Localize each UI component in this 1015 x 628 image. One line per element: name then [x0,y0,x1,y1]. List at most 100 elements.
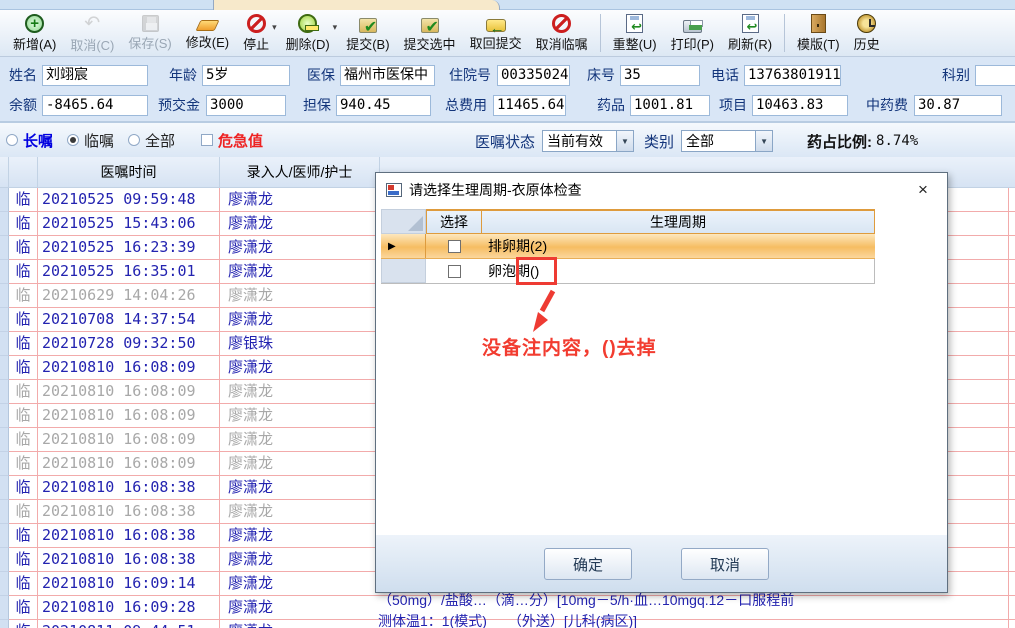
order-cell-time: 20210811 09:44:51 [38,620,220,628]
order-cell-decor [0,380,9,404]
toolbar-button-cancel-order[interactable]: 取消临嘱 [529,13,595,53]
header-type-cell [9,157,38,187]
order-cell-person: 廖潇龙 [220,452,380,476]
window-icon [386,182,402,197]
patient-field-value[interactable]: 30.87 [914,94,1002,116]
cycle-grid-header: 选择 生理周期 [381,209,875,234]
toolbar-button-template[interactable]: 模版(T) [790,13,847,53]
radio-long-term-orders[interactable]: 长嘱 [6,130,53,151]
patient-field-label: 中药 [1010,95,1015,115]
select-column-header[interactable]: 选择 [426,209,482,234]
patient-field-label: 担保 [303,97,331,113]
radio-selected-icon[interactable] [67,134,80,146]
checkbox-icon[interactable] [201,134,214,146]
toolbar-button-delete[interactable]: 删除(D) [279,13,337,53]
patient-field-label: 中药费 [866,97,908,113]
patient-field-value[interactable]: 1001.81 [630,94,710,116]
radio-icon[interactable] [128,134,141,146]
radio-label: 临嘱 [84,132,115,150]
active-tab[interactable] [213,0,500,10]
add-icon [25,13,45,33]
dialog-footer: 确定 取消 [376,534,947,592]
order-cell-time: 20210810 16:09:14 [38,572,220,596]
patient-field-value[interactable]: 11465.64 [493,94,566,116]
submit-icon [358,17,377,37]
patient-field-value[interactable]: 福州市医保中 [340,64,435,86]
toolbar-button-rearrange[interactable]: 重整(U) [606,13,664,53]
dropdown-caret-icon[interactable]: ▾ [333,22,338,33]
radio-all-orders[interactable]: 全部 [128,130,175,151]
cycle-column-header[interactable]: 生理周期 [482,209,875,234]
toolbar-button-print[interactable]: 打印(P) [664,14,721,53]
category-label: 类别 [644,133,675,151]
patient-field-value[interactable]: 00335024 [497,64,570,86]
toolbar-button-add[interactable]: 新增(A) [6,13,63,53]
cycle-label[interactable]: 排卵期(2) [482,234,875,258]
patient-field-value[interactable]: 5岁 [202,64,290,86]
drug-ratio-value: 8.74% [876,133,919,149]
patient-field-value[interactable]: 刘翊宸 [42,64,148,86]
toolbar-button-submit[interactable]: 提交(B) [339,14,396,53]
order-cell-type: 临 [9,284,38,308]
patient-field-value[interactable]: 13763801911 [744,64,841,86]
order-cell-decor [0,428,9,452]
submit-selected-icon [420,17,439,37]
dialog-title-bar[interactable]: 请选择生理周期-衣原体检查 × [376,173,947,206]
toolbar-button-stop[interactable]: 停止 [236,13,276,53]
grid-corner-cell[interactable] [381,209,426,234]
toolbar-button-refresh[interactable]: 刷新(R) [721,13,779,53]
radio-icon[interactable] [6,134,18,146]
chevron-down-icon[interactable]: ▼ [616,131,634,151]
cycle-grid-rows: ▶ 排卵期(2) 卵泡期() [381,234,875,284]
ok-button[interactable]: 确定 [544,548,632,580]
toolbar-button-history[interactable]: 历史 [847,13,887,53]
header-time-cell[interactable]: 医嘱时间 [38,157,220,187]
order-cell-time: 20210708 14:37:54 [38,308,220,332]
order-cell-decor [0,236,9,260]
toolbar-separator [784,14,786,52]
critical-value-checkbox[interactable]: 危急值 [201,130,263,151]
order-cell-person: 廖潇龙 [220,524,380,548]
patient-field-value[interactable] [975,64,1015,86]
order-cell-decor [0,404,9,428]
patient-field-value[interactable]: 10463.83 [752,94,848,116]
dropdown-caret-icon[interactable]: ▾ [272,22,277,33]
order-status-dropdown[interactable]: 当前有效 ▼ [542,130,635,152]
cycle-row[interactable]: ▶ 排卵期(2) [381,234,875,259]
cancel-button[interactable]: 取消 [681,548,769,580]
tab-strip [0,0,1015,10]
category-dropdown[interactable]: 全部 ▼ [681,130,774,152]
patient-field-label: 医保 [307,67,335,83]
rearrange-icon [626,13,644,35]
patient-info-panel: 姓名 刘翊宸 年龄 5岁 医保 福州市医保中 住院号 00335024 床号 35 电话 137638… [0,57,1015,121]
patient-field-value[interactable]: 35 [620,64,700,86]
order-cell-decor [0,476,9,500]
order-cell-type: 临 [9,236,38,260]
cycle-checkbox[interactable] [447,264,461,278]
radio-temporary-orders[interactable]: 临嘱 [67,130,114,151]
background-order-text-2: 测体温1：1(模式) （外送）[儿科(病区)] [378,613,637,628]
patient-field-value[interactable]: -8465.64 [42,94,148,116]
order-cell-person: 廖潇龙 [220,284,380,308]
order-cell-type: 临 [9,380,38,404]
toolbar-button-save: 保存(S) [121,14,178,52]
patient-field-value[interactable]: 3000 [206,94,286,116]
chevron-down-icon[interactable]: ▼ [755,131,773,151]
toolbar-button-label: 删除(D) [285,36,330,52]
patient-field-value[interactable]: 940.45 [336,94,431,116]
toolbar-button-undo: 取消(C) [63,12,121,54]
cycle-checkbox[interactable] [447,239,461,253]
order-cell-person: 廖潇龙 [220,476,380,500]
save-icon [141,14,159,32]
patient-field-label: 姓名 [9,67,37,83]
toolbar-button-retrieve[interactable]: 取回提交 [463,14,529,52]
stop-icon [246,13,266,33]
order-cell-time: 20210810 16:08:38 [38,548,220,572]
toolbar-button-submit-selected[interactable]: 提交选中 [397,14,463,53]
toolbar-button-edit[interactable]: 修改(E) [179,16,236,51]
order-cell-time: 20210810 16:08:09 [38,380,220,404]
header-person-cell[interactable]: 录入人/医师/护士 [220,157,380,187]
close-icon[interactable]: × [909,180,937,200]
cycle-row[interactable]: 卵泡期() [381,259,875,284]
order-cell-type: 临 [9,404,38,428]
